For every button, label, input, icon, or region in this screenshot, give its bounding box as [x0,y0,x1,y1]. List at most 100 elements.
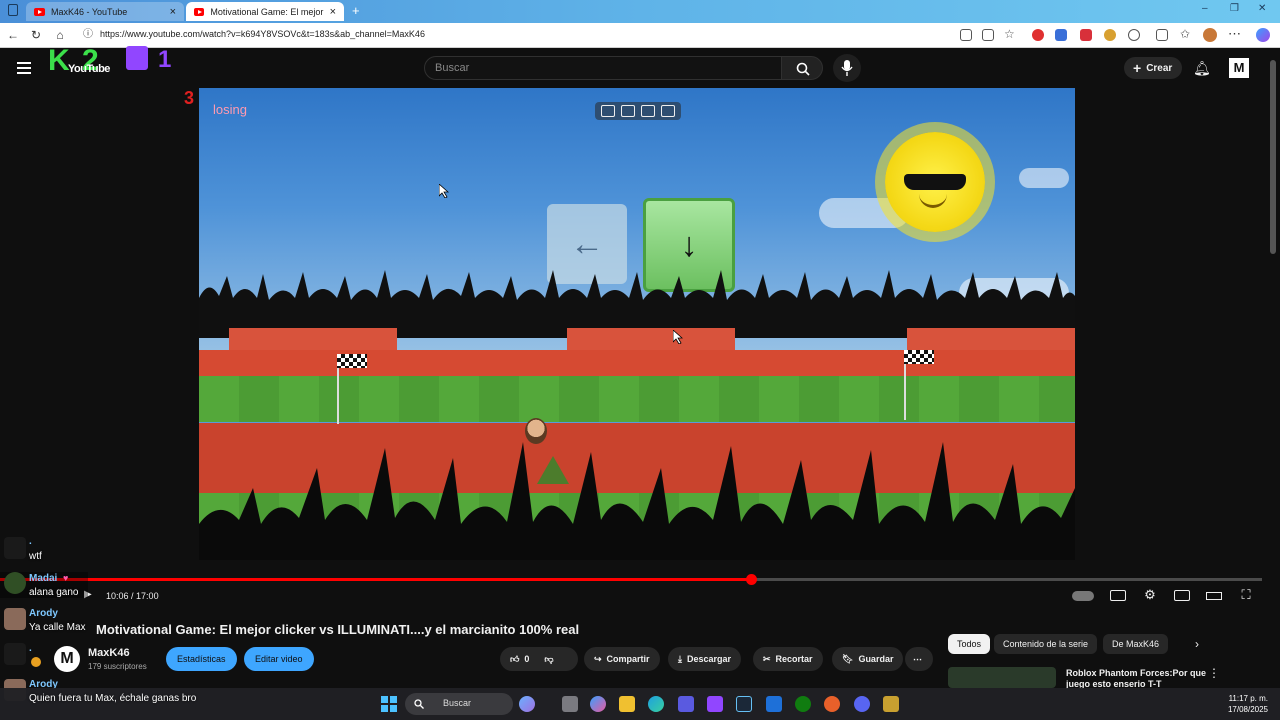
clip-button[interactable]: ✂ Recortar [753,647,823,671]
widgets-icon[interactable] [519,696,535,712]
extension-icon[interactable] [1104,29,1116,41]
extensions-puzzle-icon[interactable] [1156,29,1168,41]
tab-motivational-game[interactable]: Motivational Game: El mejor click × [186,2,344,21]
favorite-star-icon[interactable]: ☆ [1004,27,1015,41]
profile-avatar[interactable] [1203,28,1217,42]
statistics-button[interactable]: Estadísticas [166,647,237,671]
tab-maxk46-youtube[interactable]: MaxK46 - YouTube × [26,2,184,21]
system-clock[interactable]: 11:17 p. m. 17/08/2025 [1200,693,1268,715]
related-video-thumbnail[interactable] [948,667,1056,688]
thumbs-up-icon[interactable]: 👍︎ [510,654,519,665]
url-field[interactable]: https://www.youtube.com/watch?v=k694Y8VS… [100,29,425,39]
more-actions-button[interactable]: ⋯ [905,647,933,671]
windows-start-icon[interactable] [381,696,397,712]
notifications-bell-icon[interactable]: 🔔︎ [1193,60,1211,77]
chevron-right-icon[interactable]: › [1195,637,1199,651]
twitch-counter-value: 1 [158,46,172,73]
close-icon[interactable]: × [330,6,336,18]
thumbs-down-icon[interactable]: 👎︎ [544,654,553,665]
time-current: 10:06 [106,591,129,601]
search-button[interactable] [781,56,823,80]
xbox-icon[interactable] [795,696,811,712]
store-icon[interactable] [678,696,694,712]
new-tab-icon[interactable]: + [352,3,360,18]
file-explorer-icon[interactable] [619,696,635,712]
chip-from-channel[interactable]: De MaxK46 [1103,634,1169,654]
create-button[interactable]: + Crear [1124,57,1182,79]
picture-icon[interactable] [601,105,615,117]
extension-blue-icon[interactable] [1055,29,1067,41]
download-icon: ⤓ [678,653,682,664]
progress-scrubber[interactable] [745,574,757,585]
kebab-menu-icon[interactable]: ⋮ [1208,666,1220,680]
maximize-icon[interactable]: ❐ [1230,3,1239,14]
channel-avatar[interactable]: M [54,646,80,672]
home-icon[interactable]: ⌂ [52,27,68,43]
copilot-icon[interactable] [590,696,606,712]
video-frame-icon[interactable] [621,105,635,117]
task-view-icon[interactable] [562,696,578,712]
minimize-icon[interactable]: – [1202,3,1208,14]
browser-app-icon[interactable] [824,696,840,712]
window-close-icon[interactable]: ✕ [1258,3,1266,14]
bookmark-icon: 🔖︎ [842,653,854,664]
chip-all[interactable]: Todos [948,634,991,654]
menu-icon[interactable] [17,62,31,74]
chat-avatar [4,537,26,559]
extension-icon[interactable] [960,29,972,41]
save-button[interactable]: 🔖︎ Guardar [832,647,904,671]
share-button[interactable]: ↪ Compartir [584,647,660,671]
youtube-header: K 2 YouTube 1 Buscar + Crear 🔔︎ M [0,44,1280,88]
page-scrollbar[interactable] [1270,60,1276,254]
microphone-icon [841,60,853,76]
clip-label: Recortar [775,654,813,664]
back-icon[interactable]: ← [5,27,21,43]
sunglasses-sun-icon [885,132,985,232]
video-player[interactable]: losing ← ↓ [199,88,1075,560]
outlook-icon[interactable] [766,696,782,712]
reload-icon[interactable]: ↻ [28,27,44,43]
extension-icon[interactable] [1080,29,1092,41]
subscriber-count: 179 suscriptores [88,662,147,671]
more-menu-icon[interactable]: ⋯ [1228,26,1241,42]
voice-search-button[interactable] [833,54,861,82]
related-video-title[interactable]: Roblox Phantom Forces:Por que juego esto… [1066,668,1206,690]
app-icon[interactable] [883,696,899,712]
fullscreen-icon[interactable]: ⛶ [1238,588,1254,602]
chat-username: Madai [29,573,58,584]
settings-gear-icon[interactable]: ⚙ [1142,588,1158,602]
extension-red-icon[interactable] [1032,29,1044,41]
copilot-icon[interactable] [1256,28,1270,42]
emoji-icon [31,657,41,667]
sun-smile [919,194,947,208]
mouse-cursor-icon [673,330,683,344]
edit-icon[interactable] [641,105,655,117]
edge-browser-icon[interactable] [648,696,664,712]
captions-icon[interactable] [1110,590,1126,601]
clock-time: 11:17 p. m. [1228,694,1268,703]
search-input[interactable]: Buscar [424,56,782,80]
channel-name[interactable]: MaxK46 [88,647,130,659]
youtube-logo[interactable]: YouTube [68,63,110,75]
tab-actions-icon[interactable] [8,4,18,16]
miniplayer-icon[interactable] [1174,590,1190,601]
download-button[interactable]: ⤓ Descargar [668,647,742,671]
close-icon[interactable]: × [170,6,176,18]
twitch-app-icon[interactable] [707,696,723,712]
autoplay-toggle[interactable] [1072,591,1094,601]
favorites-icon[interactable]: ✩ [1180,27,1190,41]
address-bar: ← ↻ ⌂ ⓘ https://www.youtube.com/watch?v=… [0,23,1280,48]
discord-icon[interactable] [854,696,870,712]
share-label: Compartir [606,654,650,664]
extension-icon[interactable] [1128,29,1140,41]
apps-icon[interactable] [982,29,994,41]
theater-mode-icon[interactable] [1206,592,1222,600]
site-info-icon[interactable]: ⓘ [80,27,96,43]
steam-icon[interactable] [736,696,752,712]
edit-video-button[interactable]: Editar video [244,647,314,671]
chip-series[interactable]: Contenido de la serie [994,634,1098,654]
chat-message: Quien fuera tu Max, échale ganas bro [29,693,197,704]
account-avatar[interactable]: M [1229,58,1249,78]
translate-icon[interactable] [661,105,675,117]
checkered-flag-icon [904,350,934,364]
